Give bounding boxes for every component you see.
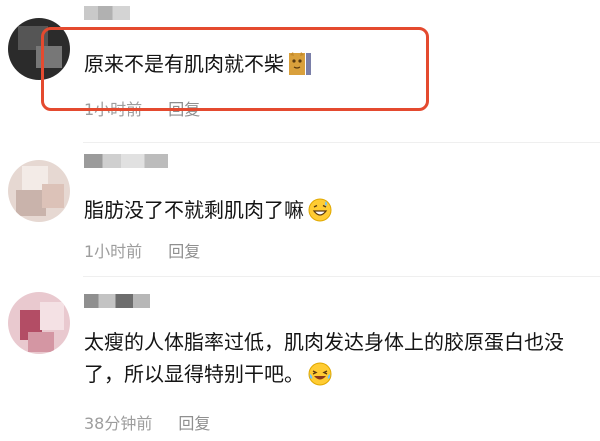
comment-item: 脂肪没了不就剩肌肉了嘛 1小时前 回复 [0,150,600,270]
reply-button[interactable]: 回复 [178,414,210,433]
highlight-box [41,27,429,111]
grinning-sweat-emoji-icon [308,198,332,231]
username-blurred[interactable] [84,294,150,308]
avatar[interactable] [8,292,70,354]
comment-item: 原来不是有肌肉就不柴 1小时前 回复 [0,0,600,140]
comment-meta: 1小时前 回复 [84,238,200,262]
divider [83,142,600,143]
laughing-tears-emoji-icon [308,362,332,395]
username-blurred[interactable] [84,6,130,20]
comment-item: 太瘦的人体脂率过低，肌肉发达身体上的胶原蛋白也没了，所以显得特别干吧。 38分钟… [0,280,600,441]
timestamp: 1小时前 [84,242,143,261]
comment-text: 脂肪没了不就剩肌肉了嘛 [84,194,332,231]
avatar[interactable] [8,160,70,222]
comment-text: 太瘦的人体脂率过低，肌肉发达身体上的胶原蛋白也没了，所以显得特别干吧。 [84,326,580,395]
timestamp: 38分钟前 [84,414,153,433]
username-blurred[interactable] [84,154,168,168]
reply-button[interactable]: 回复 [168,242,200,261]
comment-meta: 38分钟前 回复 [84,410,210,434]
divider [83,276,600,277]
